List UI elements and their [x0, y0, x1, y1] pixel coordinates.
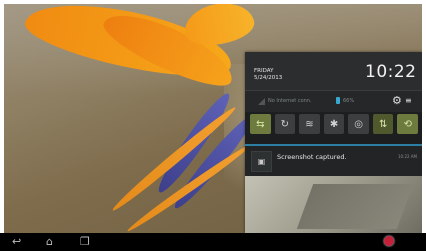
toggle-wifi[interactable]: ≋	[299, 114, 320, 134]
network-status: No Internet conn.	[268, 98, 312, 104]
sync-icon: ↻	[280, 118, 290, 130]
recent-apps-icon[interactable]: ❐	[80, 235, 90, 249]
date-block[interactable]: FRIDAY 5/24/2013	[254, 68, 282, 82]
notification-time: 10:22 AM	[398, 154, 417, 159]
bluetooth-icon: ✱	[329, 118, 339, 130]
battery-icon	[336, 97, 340, 104]
signal-icon	[258, 98, 265, 105]
toggle-location[interactable]: ◎	[348, 114, 369, 134]
image-icon: ▣	[251, 151, 272, 172]
location-icon: ◎	[354, 118, 363, 130]
screenshot-preview[interactable]	[245, 176, 422, 233]
system-navbar: ↩ ⌂ ❐	[0, 233, 426, 251]
data-icon: ⇅	[378, 118, 388, 130]
day-label: FRIDAY	[254, 68, 274, 74]
quick-toggles: ⇆ ↻ ≋ ✱ ◎ ⇅ ⟲	[250, 114, 419, 138]
home-icon[interactable]: ⌂	[46, 235, 53, 249]
toggle-bluetooth[interactable]: ✱	[323, 114, 345, 134]
toggle-sync[interactable]: ↻	[274, 114, 296, 134]
settings-gear-icon[interactable]: ⚙	[392, 94, 402, 107]
auto-rotate-icon: ⟲	[403, 118, 412, 130]
notification-shade: FRIDAY 5/24/2013 10:22 No Internet conn.…	[245, 52, 422, 233]
wallpaper: FRIDAY 5/24/2013 10:22 No Internet conn.…	[4, 4, 422, 233]
battery-level: 66%	[343, 98, 355, 104]
clear-notifications-icon[interactable]: ≡	[405, 96, 412, 105]
back-icon[interactable]: ↩	[12, 235, 21, 249]
screen-record-icon[interactable]	[384, 236, 394, 246]
clock: 10:22	[365, 62, 417, 82]
toggle-screen-rotate[interactable]: ⇆	[250, 114, 271, 134]
shade-header: FRIDAY 5/24/2013 10:22	[245, 52, 422, 90]
status-row: No Internet conn. 66% ⚙ ≡	[245, 90, 422, 112]
wifi-icon: ≋	[305, 118, 314, 130]
screen-rotate-icon: ⇆	[256, 118, 265, 130]
date-label: 5/24/2013	[254, 75, 283, 81]
notification-item[interactable]: ▣ Screenshot captured. 10:22 AM	[245, 146, 422, 176]
notification-title: Screenshot captured.	[277, 153, 347, 161]
toggle-auto-rotate[interactable]: ⟲	[397, 114, 419, 134]
toggle-data[interactable]: ⇅	[372, 114, 394, 134]
preview-image	[296, 184, 414, 229]
